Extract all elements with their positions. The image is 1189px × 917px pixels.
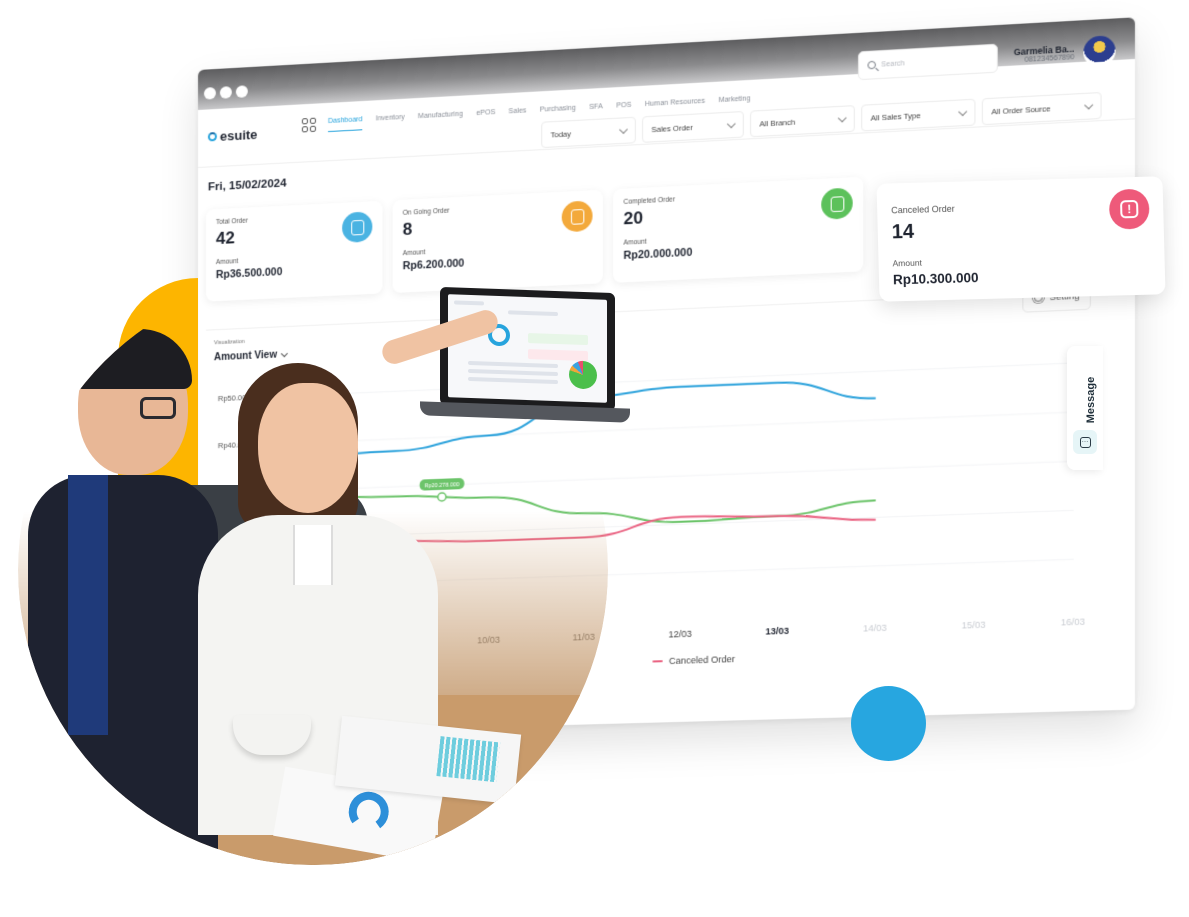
- search-icon: [867, 60, 876, 70]
- man-hair: [74, 329, 192, 389]
- man-suit: [28, 475, 218, 865]
- man-shirt: [68, 475, 108, 735]
- chat-bubble-icon: …: [1073, 430, 1097, 454]
- laptop-screen-bar: [454, 300, 484, 306]
- decorative-blue-circle: [851, 686, 926, 761]
- order-type-filter[interactable]: Sales Order: [642, 110, 744, 143]
- app-logo[interactable]: esuite: [207, 126, 258, 145]
- nav-item-dashboard[interactable]: Dashboard: [328, 116, 363, 133]
- sales-type-filter[interactable]: All Sales Type: [861, 98, 976, 132]
- period-filter-value: Today: [550, 128, 571, 140]
- window-minimize-dot[interactable]: [219, 86, 232, 99]
- marketing-stage: Search Garmelia Ba... 081234567890 esuit…: [0, 0, 1189, 917]
- nav-item-epos[interactable]: ePOS: [476, 109, 495, 124]
- laptop-pie-icon: [569, 360, 597, 390]
- x-tick-label: 16/03: [1060, 616, 1085, 628]
- completed-order-card[interactable]: Completed Order 20 Amount Rp20.000.000: [613, 176, 864, 283]
- order-source-filter[interactable]: All Order Source: [981, 91, 1102, 126]
- branch-filter-value: All Branch: [759, 116, 796, 129]
- donut-chart-icon: [345, 788, 392, 835]
- current-date: Fri, 15/02/2024: [207, 177, 287, 194]
- message-label: Message: [1085, 376, 1097, 424]
- branch-filter[interactable]: All Branch: [750, 105, 855, 138]
- legend-label: Canceled Order: [668, 653, 735, 667]
- order-type-filter-value: Sales Order: [651, 122, 693, 134]
- nav-item-manufacturing[interactable]: Manufacturing: [418, 111, 463, 128]
- nav-item-sfa[interactable]: SFA: [589, 103, 603, 118]
- photo-man-with-glasses: [28, 329, 218, 865]
- laptop-screen-bar: [508, 310, 558, 317]
- woman-face: [258, 383, 358, 513]
- apps-grid-button[interactable]: [298, 113, 320, 136]
- chevron-down-icon: [1084, 100, 1094, 110]
- window-controls: [203, 85, 248, 100]
- filter-bar: Today Sales Order All Branch All Sales T…: [541, 91, 1102, 149]
- search-placeholder: Search: [881, 59, 905, 69]
- chevron-down-icon: [726, 119, 736, 128]
- nav-item-pos[interactable]: POS: [616, 102, 631, 117]
- nav-item-inventory[interactable]: Inventory: [376, 114, 405, 130]
- grid-icon: [301, 118, 308, 125]
- legend-swatch: [652, 659, 663, 663]
- app-name: esuite: [219, 126, 258, 144]
- glasses-icon: [140, 397, 176, 419]
- card-amount: Rp10.300.000: [892, 270, 979, 288]
- bar-chart-icon: [436, 736, 501, 783]
- x-tick-label: 14/03: [863, 622, 887, 634]
- window-close-dot[interactable]: [203, 87, 216, 100]
- company-logo-avatar[interactable]: [1083, 35, 1116, 69]
- woman-lapel: [293, 525, 333, 585]
- canceled-order-card[interactable]: Canceled Order 14 Amount Rp10.300.000 !: [876, 176, 1166, 302]
- laptop-screen: [448, 294, 607, 403]
- chevron-down-icon: [958, 106, 968, 116]
- x-tick-label: 13/03: [765, 625, 789, 637]
- laptop-screen-bar: [468, 360, 558, 369]
- x-tick-label: 12/03: [668, 628, 692, 640]
- photo-laptop: [440, 286, 615, 412]
- nav-item-purchasing[interactable]: Purchasing: [540, 105, 576, 121]
- period-filter[interactable]: Today: [541, 116, 636, 149]
- laptop-screen-card: [528, 349, 588, 362]
- laptop-screen-card: [528, 333, 588, 346]
- sales-type-filter-value: All Sales Type: [870, 110, 921, 123]
- laptop-screen-bar: [468, 376, 558, 385]
- chevron-down-icon: [837, 113, 847, 122]
- chevron-down-icon: [619, 124, 628, 134]
- nav-item-sales[interactable]: Sales: [509, 107, 527, 122]
- user-profile[interactable]: Garmelia Ba... 081234567890: [1014, 44, 1075, 65]
- window-maximize-dot[interactable]: [235, 85, 248, 98]
- ongoing-order-card[interactable]: On Going Order 8 Amount Rp6.200.000: [392, 189, 603, 294]
- esuite-logo-icon: [207, 131, 217, 142]
- laptop-screen-bar: [468, 368, 558, 377]
- message-tab[interactable]: Message …: [1067, 346, 1103, 470]
- x-tick-label: 15/03: [961, 619, 986, 631]
- order-source-filter-value: All Order Source: [991, 103, 1051, 116]
- nav-item-marketing[interactable]: Marketing: [718, 95, 750, 111]
